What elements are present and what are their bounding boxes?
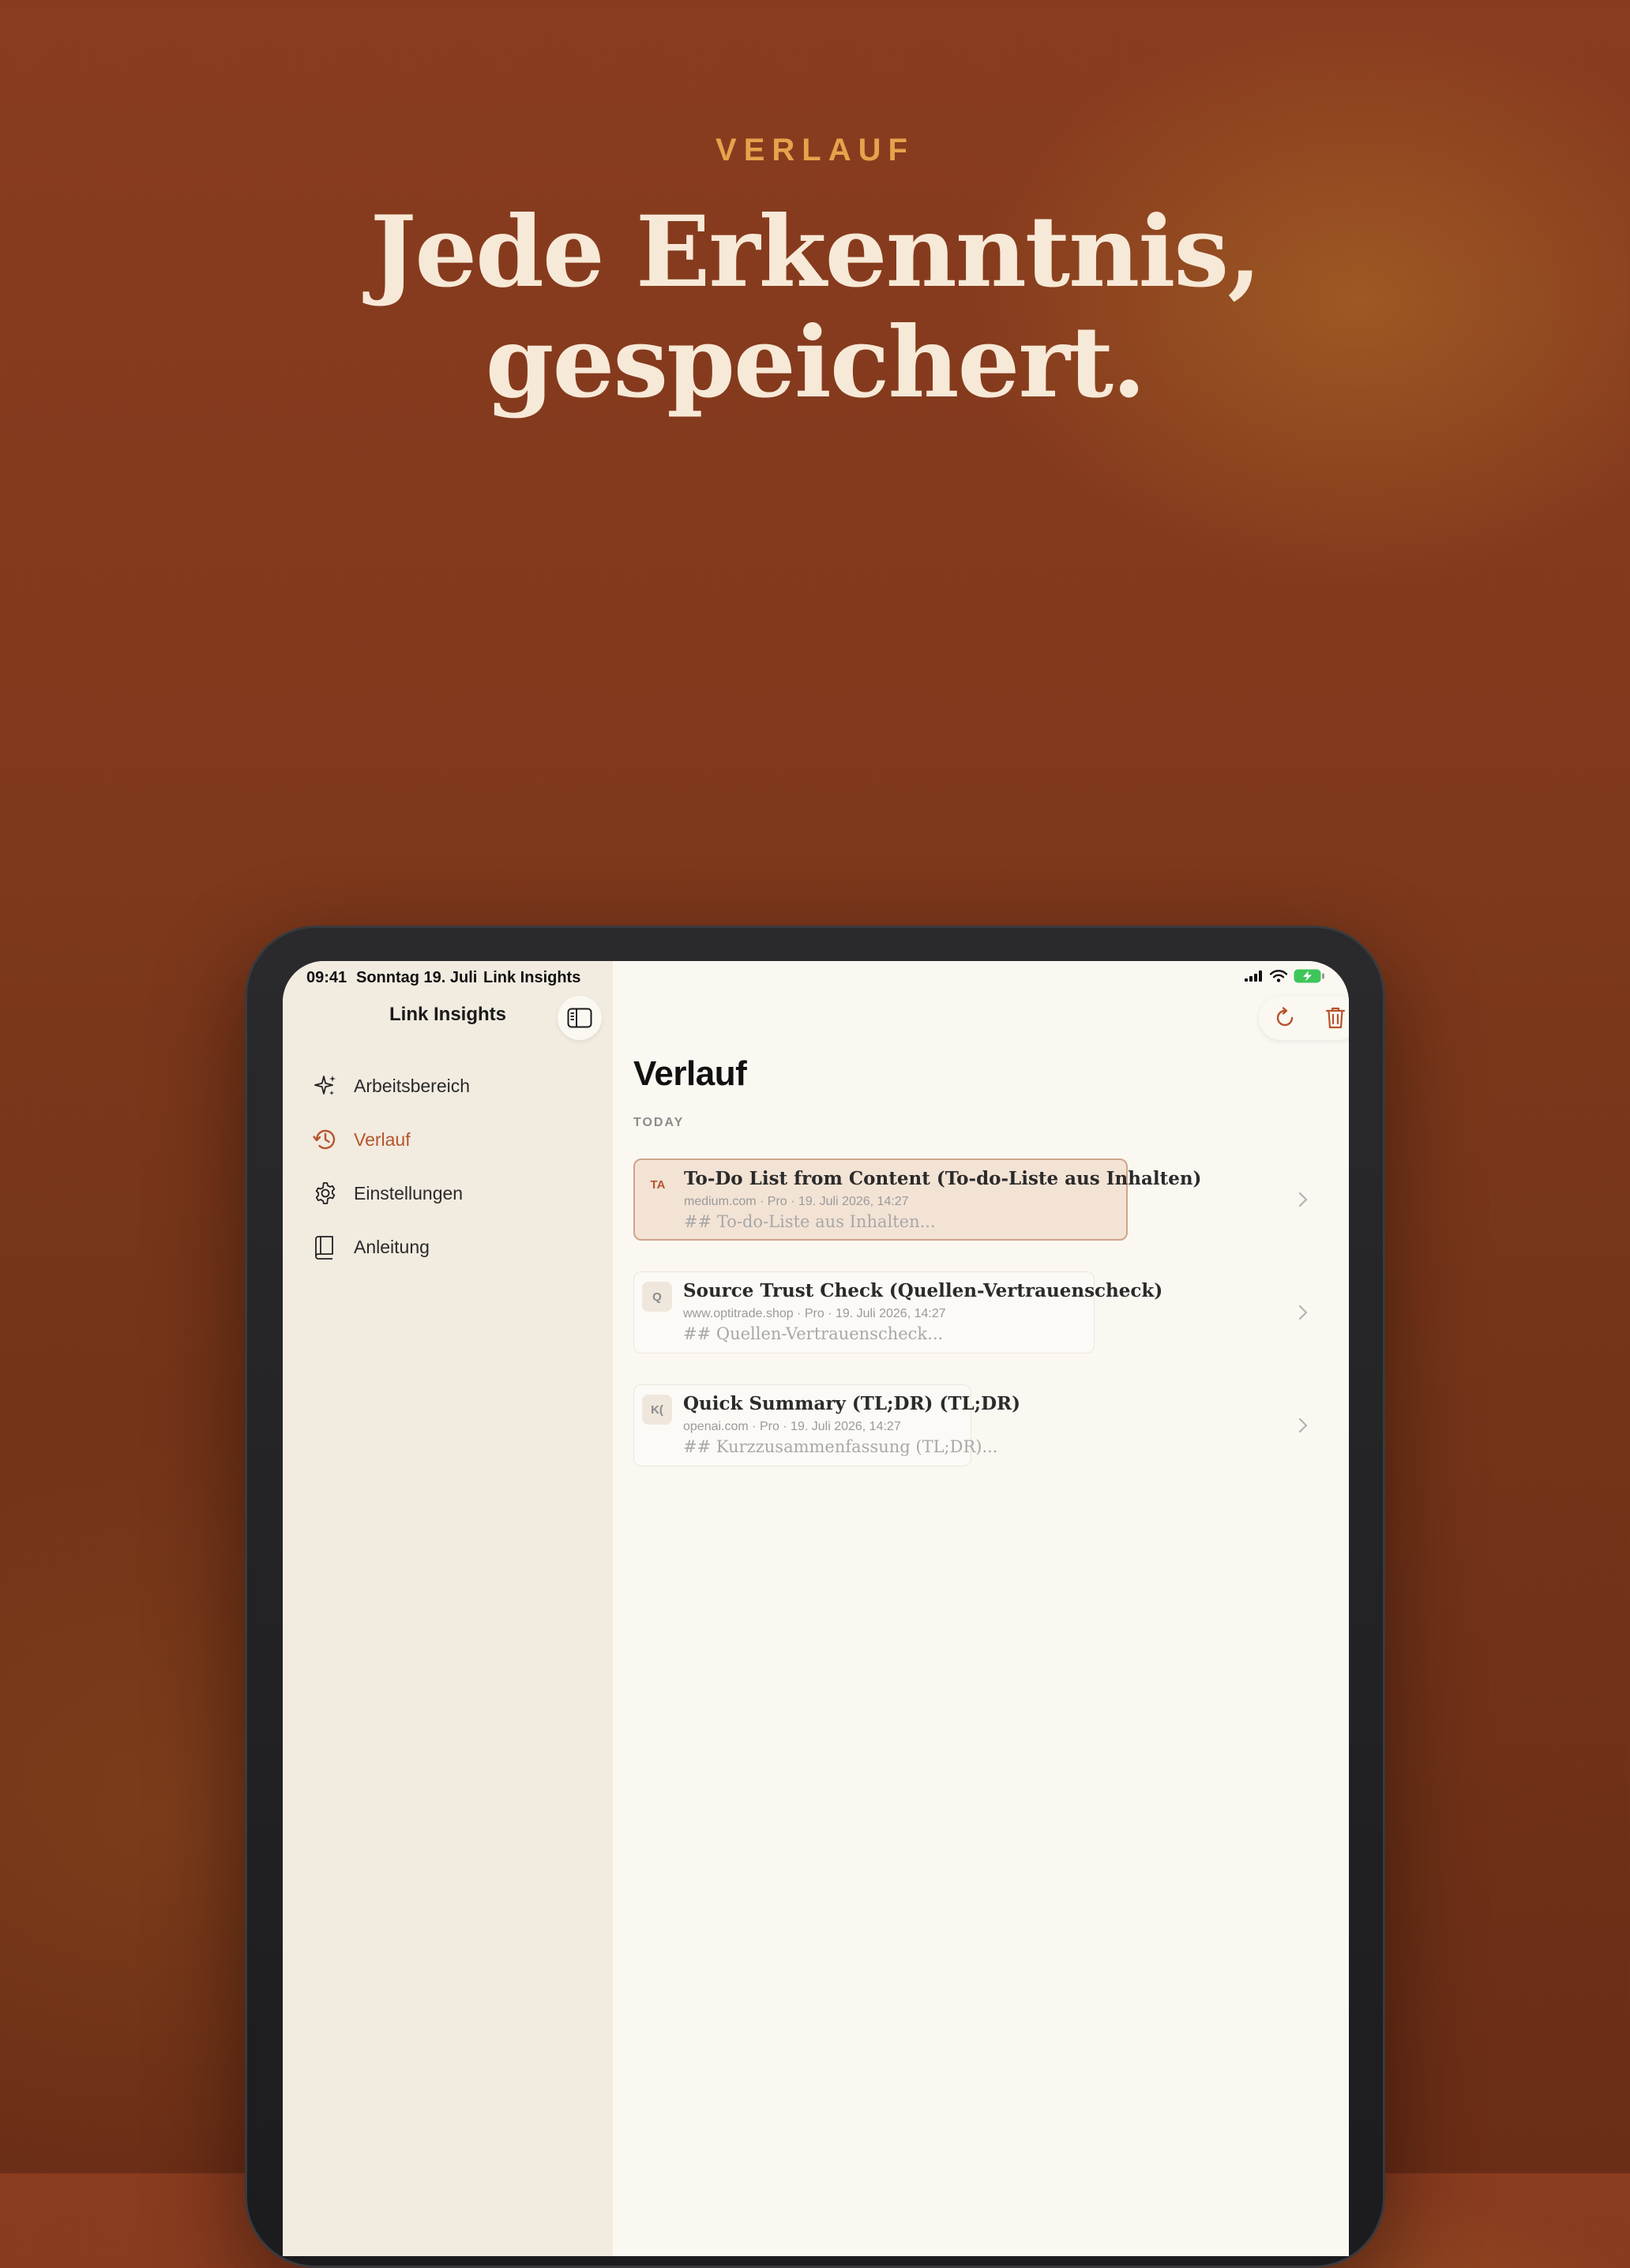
sidebar-toggle-icon (567, 1008, 592, 1028)
source-badge: TA (650, 1177, 666, 1192)
sidebar-item-label: Anleitung (354, 1236, 430, 1257)
main-content: Verlauf TODAY TA To-Do List from Content… (613, 961, 1349, 2256)
status-app-name: Link Insights (483, 969, 581, 986)
delete-button[interactable] (1324, 1006, 1346, 1030)
sidebar-item-anleitung[interactable]: Anleitung (311, 1220, 595, 1274)
trash-icon (1325, 1007, 1345, 1029)
status-date: Sonntag 19. Juli (356, 969, 478, 986)
sidebar-item-label: Verlauf (354, 1128, 411, 1150)
sidebar-item-verlauf[interactable]: Verlauf (311, 1113, 595, 1166)
sidebar-item-arbeitsbereich[interactable]: Arbeitsbereich (311, 1059, 595, 1113)
status-bar: 09:41 Sonntag 19. Juli Link Insights (283, 961, 1349, 993)
status-icons (1245, 969, 1325, 983)
row-preview: ## Kurzzusammenfassung (TL;DR)... (683, 1437, 998, 1456)
sidebar-nav: Arbeitsbereich Verlauf Einstellungen Anl… (311, 1059, 595, 1274)
row-title: Source Trust Check (Quellen-Vertrauensch… (683, 1280, 1163, 1301)
source-badge: K( (642, 1395, 672, 1425)
hero-eyebrow: VERLAUF (715, 133, 915, 167)
refresh-icon (1276, 1007, 1293, 1027)
row-meta: openai.com · Pro · 19. Juli 2026, 14:27 (683, 1420, 901, 1433)
sidebar-item-label: Arbeitsbereich (354, 1075, 471, 1096)
chevron-right-icon (1298, 1418, 1308, 1433)
row-preview: ## Quellen-Vertrauenscheck... (683, 1324, 944, 1343)
row-preview: ## To-do-Liste aus Inhalten... (684, 1212, 936, 1231)
history-icon (311, 1125, 340, 1154)
history-row[interactable]: K( Quick Summary (TL;DR) (TL;DR) openai.… (633, 1384, 1328, 1466)
history-card[interactable]: TA To-Do List from Content (To-do-Liste … (633, 1158, 1201, 1241)
battery-charging-icon (1294, 969, 1324, 983)
cellular-signal-icon (1245, 971, 1262, 982)
refresh-button[interactable] (1273, 1006, 1297, 1030)
history-card[interactable]: K( Quick Summary (TL;DR) (TL;DR) openai.… (633, 1384, 1020, 1466)
gear-icon (311, 1179, 340, 1207)
ipad-device: Link Insights Arbeitsbereich Verlauf Ein… (245, 926, 1385, 2268)
hero-title-line-2: gespeichert. (485, 306, 1146, 420)
history-card[interactable]: Q Source Trust Check (Quellen-Vertrauens… (633, 1271, 1162, 1354)
chevron-right-icon (1298, 1305, 1308, 1320)
sidebar-toggle-button[interactable] (558, 996, 602, 1040)
page-title: Verlauf (633, 1054, 747, 1093)
row-meta: www.optitrade.shop · Pro · 19. Juli 2026… (683, 1307, 946, 1320)
source-badge: Q (642, 1282, 672, 1312)
sidebar-item-einstellungen[interactable]: Einstellungen (311, 1166, 595, 1220)
sidebar: Link Insights Arbeitsbereich Verlauf Ein… (283, 961, 614, 2256)
wifi-icon (1270, 970, 1287, 982)
status-time: 09:41 (306, 969, 347, 986)
hero-title: Jede Erkenntnis, gespeichert. (0, 197, 1630, 419)
row-title: To-Do List from Content (To-do-Liste aus… (684, 1168, 1202, 1189)
hero-title-line-1: Jede Erkenntnis, (370, 195, 1262, 310)
chevron-right-icon (1298, 1192, 1308, 1207)
row-meta: medium.com · Pro · 19. Juli 2026, 14:27 (684, 1195, 909, 1208)
screen: Link Insights Arbeitsbereich Verlauf Ein… (283, 961, 1349, 2256)
section-header: TODAY (633, 1116, 685, 1129)
sidebar-item-label: Einstellungen (354, 1182, 464, 1203)
row-title: Quick Summary (TL;DR) (TL;DR) (683, 1393, 1021, 1414)
history-row[interactable]: Q Source Trust Check (Quellen-Vertrauens… (633, 1271, 1328, 1354)
book-icon (311, 1233, 340, 1261)
toolbar-actions (1259, 996, 1349, 1040)
sparkles-icon (311, 1072, 340, 1100)
history-row[interactable]: TA To-Do List from Content (To-do-Liste … (633, 1158, 1328, 1241)
